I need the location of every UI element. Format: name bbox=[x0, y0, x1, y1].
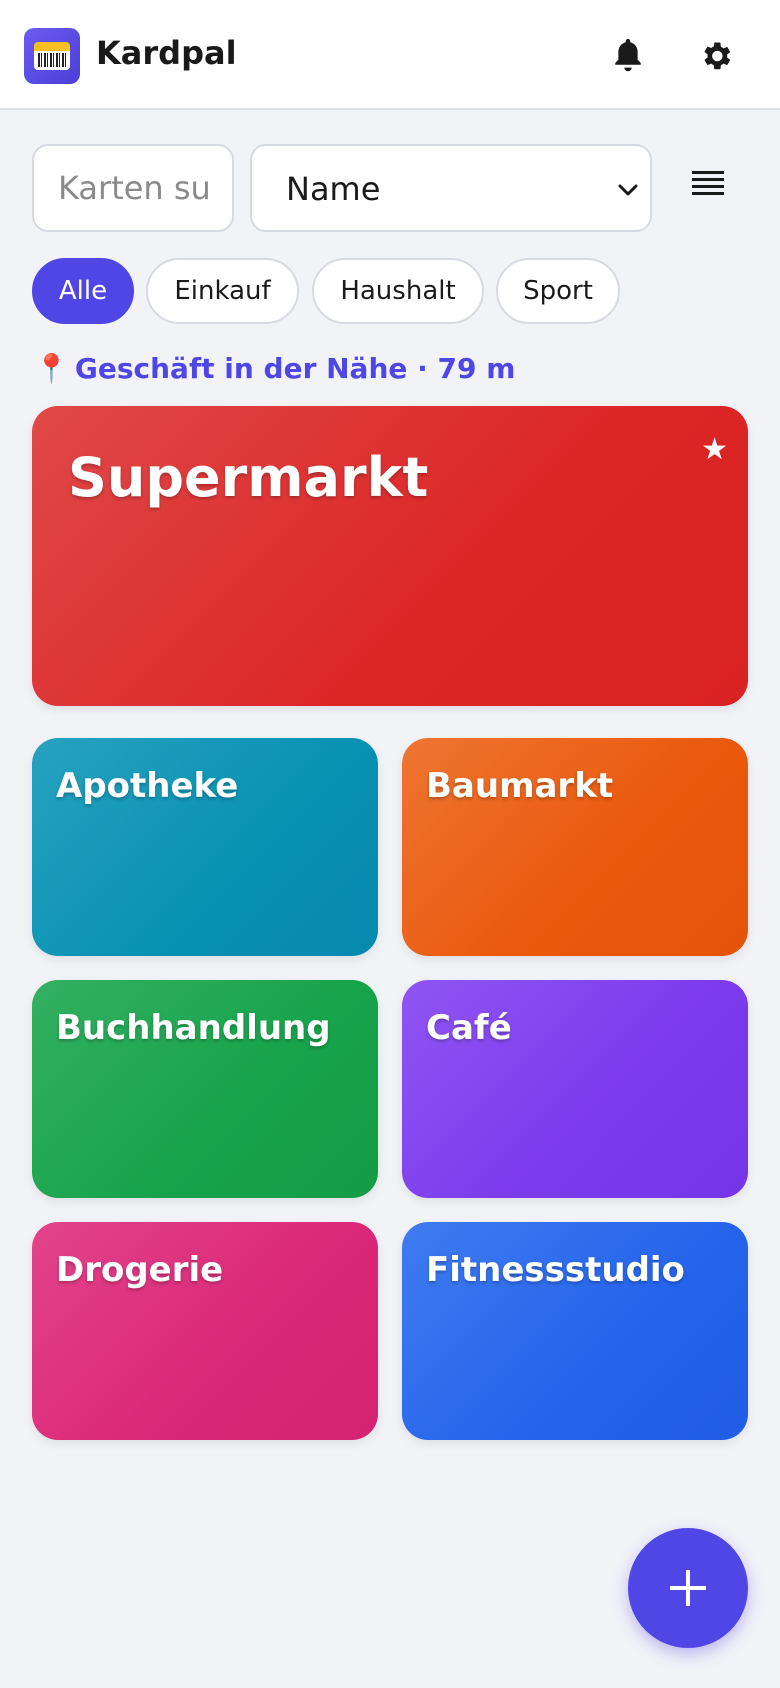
app-title: Kardpal bbox=[96, 34, 237, 72]
card-tile[interactable]: Drogerie bbox=[32, 1222, 378, 1440]
filter-chip-haushalt[interactable]: Haushalt bbox=[312, 258, 484, 324]
card-name: Café bbox=[426, 1008, 512, 1048]
filter-chip-einkauf[interactable]: Einkauf bbox=[146, 258, 299, 324]
card-name: Buchhandlung bbox=[56, 1008, 331, 1048]
app-bar: Kardpal bbox=[0, 0, 780, 110]
card-tile[interactable]: Baumarkt bbox=[402, 738, 748, 956]
card-name: Fitnessstudio bbox=[426, 1250, 685, 1290]
card-icon bbox=[34, 42, 70, 70]
card-tile[interactable]: Buchhandlung bbox=[32, 980, 378, 1198]
chevron-down-icon bbox=[618, 184, 638, 196]
nearby-store-hint[interactable]: 📍 Geschäft in der Nähe · 79 m bbox=[34, 352, 515, 385]
plus-icon bbox=[670, 1570, 706, 1606]
card-tile[interactable]: Apotheke bbox=[32, 738, 378, 956]
card-name: Baumarkt bbox=[426, 766, 614, 806]
star-icon[interactable]: ★ bbox=[701, 432, 728, 467]
search-input[interactable] bbox=[32, 144, 234, 232]
bell-icon bbox=[615, 39, 641, 72]
card-name: Drogerie bbox=[56, 1250, 224, 1290]
add-card-button[interactable] bbox=[628, 1528, 748, 1648]
app-logo bbox=[24, 28, 80, 84]
sort-select[interactable]: Name bbox=[250, 144, 652, 232]
card-tile[interactable]: Café bbox=[402, 980, 748, 1198]
nearby-store-text: Geschäft in der Nähe · 79 m bbox=[74, 352, 516, 385]
list-view-icon bbox=[692, 171, 724, 195]
pin-icon: 📍 bbox=[34, 352, 69, 385]
card-name: Apotheke bbox=[56, 766, 239, 806]
view-toggle-button[interactable] bbox=[684, 160, 732, 208]
sort-selected-value: Name bbox=[286, 170, 381, 208]
notifications-button[interactable] bbox=[604, 32, 652, 80]
gear-icon bbox=[704, 42, 731, 70]
filter-chip-sport[interactable]: Sport bbox=[496, 258, 620, 324]
filter-chip-alle[interactable]: Alle bbox=[32, 258, 134, 324]
card-name: Supermarkt bbox=[68, 446, 429, 509]
card-tile[interactable]: Fitnessstudio bbox=[402, 1222, 748, 1440]
settings-button[interactable] bbox=[692, 32, 740, 80]
featured-card[interactable]: Supermarkt ★ bbox=[32, 406, 748, 706]
